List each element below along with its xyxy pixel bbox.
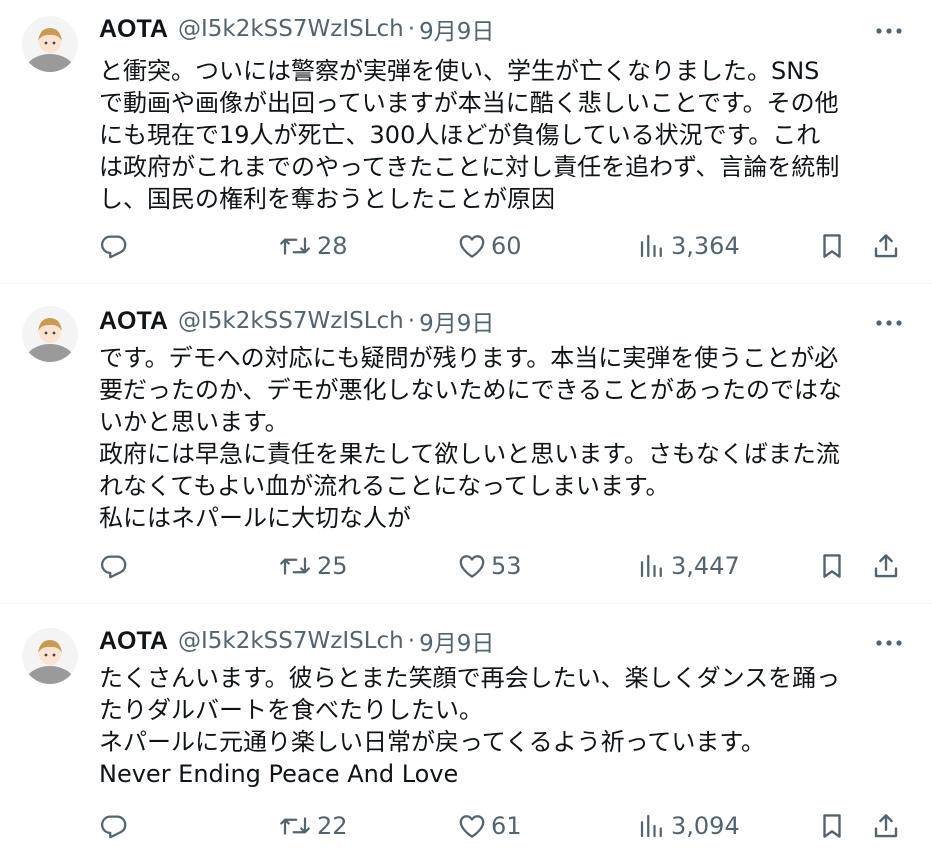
share-icon (874, 234, 898, 258)
views-icon (640, 554, 662, 578)
tweet-date[interactable]: 9月9日 (419, 12, 494, 46)
user-handle[interactable]: @I5k2kSS7WzISLch (178, 16, 404, 42)
avatar-illustration (22, 16, 78, 72)
text-line: し、国民の権利を奪おうとしたことが原因 (99, 185, 555, 213)
tweet[interactable]: AOTA @I5k2kSS7WzISLch · 9月9日 と衝突。ついには警察が… (0, 0, 932, 284)
avatar[interactable] (22, 306, 78, 362)
more-icon (876, 320, 902, 326)
tweet-text: と衝突。ついには警察が実弾を使い、学生が亡くなりました。SNS で動画や画像が出… (99, 55, 909, 215)
tweet-actions: 25 53 3,447 (99, 546, 911, 586)
reply-button[interactable] (99, 806, 133, 846)
like-button[interactable]: 61 (457, 806, 522, 846)
bookmark-icon (823, 814, 841, 838)
tweet-date[interactable]: 9月9日 (419, 624, 494, 658)
repost-icon (280, 817, 310, 835)
user-handle[interactable]: @I5k2kSS7WzISLch (178, 628, 404, 654)
heart-icon (459, 555, 485, 578)
reply-button[interactable] (99, 226, 133, 266)
views-icon (640, 814, 662, 838)
tweet[interactable]: AOTA @I5k2kSS7WzISLch · 9月9日 たくさんいます。彼らと… (0, 604, 932, 860)
text-line: たりダルバートを食べたりしたい。 (99, 696, 483, 724)
separator-dot: · (407, 628, 416, 654)
text-line: と衝突。ついには警察が実弾を使い、学生が亡くなりました。SNS (99, 57, 820, 85)
more-options-button[interactable] (870, 14, 908, 44)
like-button[interactable]: 60 (457, 226, 522, 266)
share-button[interactable] (871, 806, 901, 846)
text-line: にも現在で19人が死亡、300人ほどが負傷している状況です。これ (99, 121, 821, 149)
share-icon (874, 554, 898, 578)
heart-icon (459, 235, 485, 258)
display-name[interactable]: AOTA (99, 307, 168, 336)
more-options-button[interactable] (870, 306, 908, 336)
bookmark-icon (823, 554, 841, 578)
tweet-actions: 28 60 3,364 (99, 226, 911, 266)
reply-icon (101, 555, 127, 579)
tweet-actions: 22 61 3,094 (99, 806, 911, 846)
text-line: Never Ending Peace And Love (99, 760, 459, 788)
share-button[interactable] (871, 226, 901, 266)
bookmark-icon (823, 234, 841, 258)
repost-button[interactable]: 22 (277, 806, 348, 846)
text-line: いかと思います。 (99, 408, 289, 436)
like-count: 61 (491, 812, 522, 840)
like-count: 53 (491, 552, 522, 580)
views-count: 3,364 (671, 232, 740, 260)
reply-icon (101, 815, 127, 839)
tweet-feed: AOTA @I5k2kSS7WzISLch · 9月9日 と衝突。ついには警察が… (0, 0, 932, 860)
heart-icon (459, 815, 485, 838)
bookmark-button[interactable] (817, 546, 847, 586)
more-options-button[interactable] (870, 626, 908, 656)
more-icon (876, 640, 902, 646)
avatar-illustration (22, 306, 78, 362)
reply-icon (101, 235, 127, 259)
repost-button[interactable]: 25 (277, 546, 348, 586)
avatar-illustration (22, 628, 78, 684)
repost-count: 22 (317, 812, 348, 840)
avatar[interactable] (22, 16, 78, 72)
views-button[interactable]: 3,094 (637, 806, 740, 846)
like-count: 60 (491, 232, 522, 260)
repost-count: 28 (317, 232, 348, 260)
tweet[interactable]: AOTA @I5k2kSS7WzISLch · 9月9日 です。デモへの対応にも… (0, 284, 932, 604)
display-name[interactable]: AOTA (99, 15, 168, 44)
separator-dot: · (407, 16, 416, 42)
text-line: は政府がこれまでのやってきたことに対し責任を追わず、言論を統制 (99, 153, 840, 181)
views-count: 3,094 (671, 812, 740, 840)
tweet-header: AOTA @I5k2kSS7WzISLch · 9月9日 (99, 624, 908, 658)
display-name[interactable]: AOTA (99, 627, 168, 656)
repost-icon (280, 237, 310, 255)
text-line: で動画や画像が出回っていますが本当に酷く悲しいことです。その他 (99, 89, 839, 117)
repost-count: 25 (317, 552, 348, 580)
views-button[interactable]: 3,447 (637, 546, 740, 586)
tweet-header: AOTA @I5k2kSS7WzISLch · 9月9日 (99, 304, 908, 338)
reply-button[interactable] (99, 546, 133, 586)
repost-icon (280, 557, 310, 575)
bookmark-button[interactable] (817, 226, 847, 266)
views-button[interactable]: 3,364 (637, 226, 740, 266)
tweet-text: です。デモへの対応にも疑問が残ります。本当に実弾を使うことが必 要だったのか、デ… (99, 342, 909, 534)
views-icon (640, 234, 662, 258)
text-line: れなくてもよい血が流れることになってしまいます。 (99, 472, 670, 500)
text-line: 政府には早急に責任を果たして欲しいと思います。さもなくばまた流 (99, 440, 840, 468)
like-button[interactable]: 53 (457, 546, 522, 586)
tweet-text: たくさんいます。彼らとまた笑顔で再会したい、楽しくダンスを踊っ たりダルバートを… (99, 662, 909, 790)
text-line: です。デモへの対応にも疑問が残ります。本当に実弾を使うことが必 (99, 344, 839, 372)
user-handle[interactable]: @I5k2kSS7WzISLch (178, 308, 404, 334)
bookmark-button[interactable] (817, 806, 847, 846)
repost-button[interactable]: 28 (277, 226, 348, 266)
text-line: たくさんいます。彼らとまた笑顔で再会したい、楽しくダンスを踊っ (99, 664, 841, 692)
tweet-date[interactable]: 9月9日 (419, 304, 494, 338)
text-line: ネパールに元通り楽しい日常が戻ってくるよう祈っています。 (99, 728, 765, 756)
separator-dot: · (407, 308, 416, 334)
text-line: 私にはネパールに大切な人が (99, 504, 411, 532)
text-line: 要だったのか、デモが悪化しないためにできることがあったのではな (99, 376, 843, 404)
views-count: 3,447 (671, 552, 740, 580)
tweet-header: AOTA @I5k2kSS7WzISLch · 9月9日 (99, 12, 908, 46)
avatar[interactable] (22, 628, 78, 684)
share-button[interactable] (871, 546, 901, 586)
share-icon (874, 814, 898, 838)
more-icon (876, 28, 902, 34)
